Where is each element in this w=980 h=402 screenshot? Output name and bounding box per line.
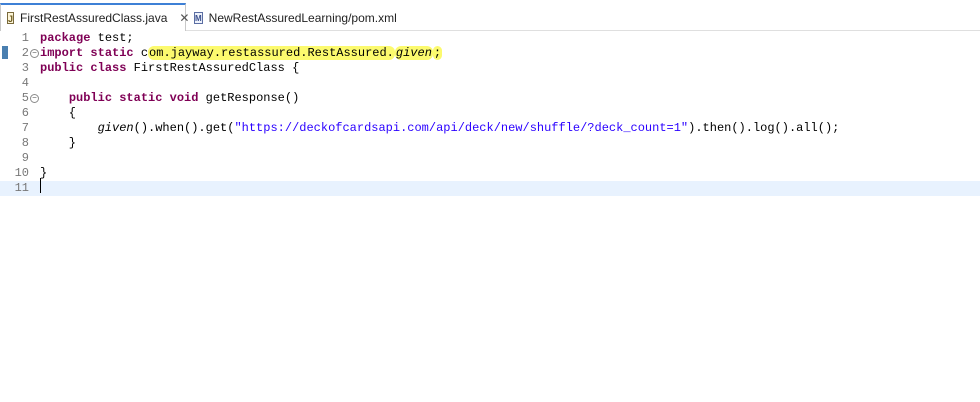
editor-tab-bar: J FirstRestAssuredClass.java ✕ M NewRest… [0, 0, 980, 31]
fold-toggle-icon[interactable]: − [30, 49, 39, 58]
tab-first-rest-assured-class[interactable]: J FirstRestAssuredClass.java ✕ [0, 3, 189, 31]
line-number: 7 [21, 121, 29, 135]
tab-label: NewRestAssuredLearning/pom.xml [208, 10, 397, 25]
line-number: 5 [21, 91, 29, 105]
tab-label: FirstRestAssuredClass.java [20, 11, 168, 25]
maven-pom-icon: M [194, 11, 203, 24]
code-line[interactable]: 9 [0, 151, 980, 166]
code-text: public static void getResponse() [68, 91, 300, 105]
line-number: 4 [21, 76, 29, 90]
code-line[interactable]: 4 [0, 76, 980, 91]
code-line[interactable]: 8 } [0, 136, 980, 151]
code-text: import static com.jayway.restassured.Res… [40, 46, 443, 60]
code-line[interactable]: 6 { [0, 106, 980, 121]
line-number: 2 [21, 46, 29, 60]
fold-toggle-icon[interactable]: − [30, 94, 39, 103]
code-line[interactable]: 7 given().when().get("https://deckofcard… [0, 121, 980, 136]
code-line[interactable]: 3 public class FirstRestAssuredClass { [0, 61, 980, 76]
code-text: } [40, 136, 77, 150]
line-number: 10 [14, 166, 29, 180]
code-editor[interactable]: 1 package test; 2− import static com.jayway… [0, 31, 980, 402]
code-line[interactable]: 1 package test; [0, 31, 980, 46]
code-text: given().when().get("https://deckofcardsa… [97, 121, 840, 135]
line-number: 6 [21, 106, 29, 120]
java-file-icon: J [7, 12, 15, 24]
line-number: 1 [21, 31, 29, 45]
line-number: 9 [21, 151, 29, 165]
code-line[interactable]: 11 [0, 181, 980, 196]
code-text: } [40, 166, 48, 180]
line-number: 3 [21, 61, 29, 75]
line-number: 11 [14, 181, 29, 195]
code-line[interactable]: 5− public static void getResponse() [0, 91, 980, 106]
code-text: package test; [40, 31, 134, 45]
code-line[interactable]: 2− import static com.jayway.restassured.R… [0, 46, 980, 61]
text-caret [40, 178, 41, 193]
code-text: { [40, 106, 77, 120]
code-text: public class FirstRestAssuredClass { [40, 61, 300, 75]
code-line[interactable]: 10} [0, 166, 980, 181]
tab-pom-xml[interactable]: M NewRestAssuredLearning/pom.xml [188, 5, 397, 30]
line-number: 8 [21, 136, 29, 150]
